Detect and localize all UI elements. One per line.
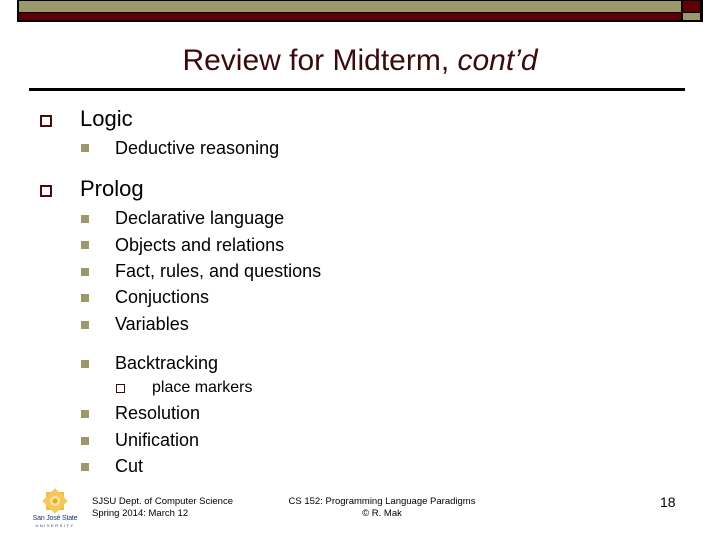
small-hollow-square-bullet-icon <box>116 384 125 393</box>
page-number: 18 <box>660 494 676 510</box>
footer-date: Spring 2014: March 12 <box>92 508 189 519</box>
footer-course: CS 152: Programming Language Paradigms <box>288 496 476 507</box>
hollow-square-bullet-icon <box>40 115 52 127</box>
filled-square-bullet-icon <box>81 294 89 302</box>
list-item: Fact, rules, and questions <box>115 261 322 281</box>
filled-square-bullet-icon <box>81 321 89 329</box>
top-bar-maroon-stripe <box>19 13 681 20</box>
list-item: Objects and relations <box>115 235 285 255</box>
list-item: Resolution <box>115 403 201 423</box>
slide-title: Review for Midterm, cont’d <box>0 43 720 79</box>
top-bar-olive-square <box>683 13 700 20</box>
filled-square-bullet-icon <box>81 463 89 471</box>
list-item: Deductive reasoning <box>115 138 280 158</box>
title-italic: cont’d <box>457 44 538 77</box>
top-bar-olive-stripe <box>19 1 681 12</box>
section-heading-prolog: Prolog <box>80 176 144 201</box>
filled-square-bullet-icon <box>81 241 89 249</box>
top-bar-maroon-square <box>683 1 700 12</box>
filled-square-bullet-icon <box>81 144 89 152</box>
filled-square-bullet-icon <box>81 215 89 223</box>
hollow-square-bullet-icon <box>40 185 52 197</box>
list-item: Declarative language <box>115 208 285 228</box>
filled-square-bullet-icon <box>81 268 89 276</box>
filled-square-bullet-icon <box>81 410 89 418</box>
footer-author: © R. Mak <box>362 508 402 519</box>
section-heading-logic: Logic <box>80 106 133 131</box>
list-item: Conjuctions <box>115 287 210 307</box>
list-item: Unification <box>115 430 200 450</box>
list-item: Backtracking <box>115 353 219 373</box>
title-underline-rule <box>29 88 685 91</box>
footer-dept: SJSU Dept. of Computer Science <box>92 496 233 507</box>
sub-list-item: place markers <box>152 379 253 396</box>
filled-square-bullet-icon <box>81 360 89 368</box>
filled-square-bullet-icon <box>81 437 89 445</box>
logo-name: San José State <box>32 515 78 522</box>
top-decorative-bar <box>17 0 703 22</box>
logo-subtitle: UNIVERSITY <box>35 523 75 528</box>
sjsu-logo: San José State UNIVERSITY <box>30 487 80 529</box>
list-item: Variables <box>115 314 189 334</box>
list-item: Cut <box>115 456 144 476</box>
title-main: Review for Midterm, <box>182 44 458 77</box>
